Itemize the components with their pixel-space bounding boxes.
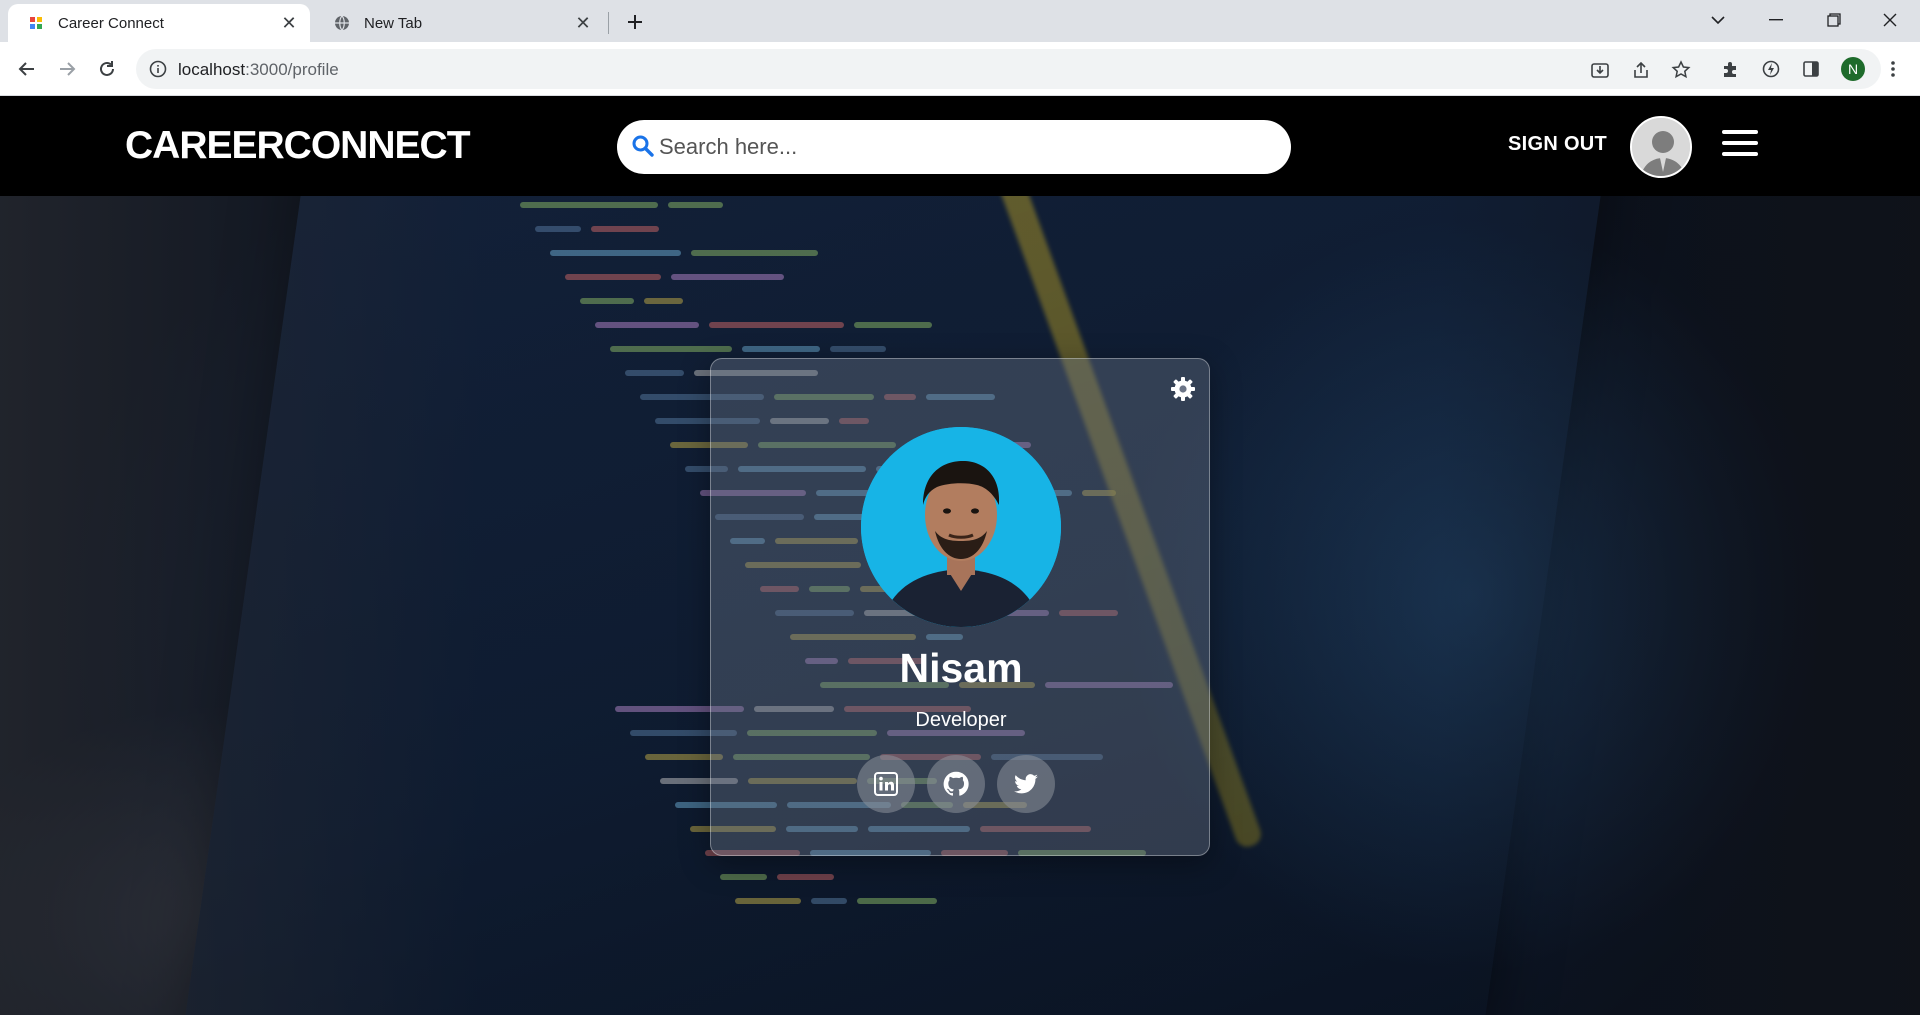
search-input[interactable]: [659, 128, 1259, 166]
reload-icon: [100, 61, 114, 76]
arrow-left-icon: [18, 62, 34, 76]
profile-initial: N: [1841, 57, 1865, 81]
plus-icon: [628, 15, 642, 29]
share-icon[interactable]: [1630, 59, 1652, 81]
minimize-icon: [1769, 19, 1783, 21]
twitter-button[interactable]: [997, 755, 1055, 813]
github-button[interactable]: [927, 755, 985, 813]
new-tab-button[interactable]: [620, 7, 650, 37]
hamburger-bar: [1722, 141, 1758, 145]
side-panel-icon[interactable]: [1796, 54, 1826, 84]
tab-career-connect[interactable]: Career Connect ✕: [8, 4, 310, 42]
site-info-icon[interactable]: [148, 59, 168, 79]
sign-out-button[interactable]: SIGN OUT: [1508, 133, 1607, 156]
page-content: CAREERCONNECT SIGN OUT: [0, 96, 1920, 1015]
linkedin-icon: [874, 772, 898, 796]
brand-logo[interactable]: CAREERCONNECT: [125, 124, 471, 168]
restore-icon: [1827, 13, 1841, 27]
user-silhouette-icon: [1632, 118, 1690, 176]
url-text[interactable]: localhost:3000/profile: [178, 60, 339, 80]
tab-title: New Tab: [364, 14, 423, 32]
tab-new-tab[interactable]: New Tab ✕: [314, 4, 604, 42]
browser-address-bar: localhost:3000/profile N: [0, 42, 1920, 96]
profile-button[interactable]: N: [1838, 54, 1868, 84]
minimize-button[interactable]: [1748, 0, 1804, 40]
bookmark-star-icon[interactable]: [1670, 59, 1692, 81]
install-app-icon[interactable]: [1589, 59, 1611, 81]
close-icon: [1883, 13, 1897, 27]
gear-icon[interactable]: [1169, 375, 1197, 403]
career-connect-favicon: [28, 15, 44, 31]
close-window-button[interactable]: [1862, 0, 1918, 40]
search-bar[interactable]: [617, 120, 1291, 174]
performance-icon[interactable]: [1756, 54, 1786, 84]
globe-icon: [334, 15, 350, 31]
extensions-icon[interactable]: [1716, 54, 1746, 84]
user-avatar[interactable]: [1630, 116, 1692, 178]
close-tab-icon[interactable]: ✕: [570, 10, 596, 36]
close-tab-icon[interactable]: ✕: [276, 10, 302, 36]
back-button[interactable]: [12, 54, 42, 84]
tab-search-button[interactable]: [1690, 0, 1746, 40]
browser-menu-icon[interactable]: [1878, 54, 1908, 84]
profile-role: Developer: [915, 709, 1007, 731]
url-path: :3000/profile: [245, 60, 339, 79]
profile-card: Nisam Developer: [710, 358, 1210, 856]
hamburger-bar: [1722, 130, 1758, 134]
hamburger-bar: [1722, 152, 1758, 156]
arrow-right-icon: [60, 62, 76, 76]
restore-button[interactable]: [1806, 0, 1862, 40]
omnibox[interactable]: localhost:3000/profile: [136, 49, 1881, 89]
hamburger-menu-icon[interactable]: [1722, 130, 1758, 160]
reload-button[interactable]: [92, 54, 122, 84]
browser-tab-bar: Career Connect ✕ New Tab ✕: [0, 0, 1920, 42]
tab-title: Career Connect: [58, 14, 164, 32]
tab-separator: [608, 12, 609, 34]
site-header: CAREERCONNECT SIGN OUT: [0, 96, 1920, 196]
profile-name: Nisam: [899, 645, 1023, 691]
social-links: [857, 755, 1067, 813]
linkedin-button[interactable]: [857, 755, 915, 813]
github-icon: [943, 771, 969, 796]
twitter-icon: [1014, 774, 1038, 794]
profile-photo: [861, 427, 1061, 627]
search-icon: [632, 135, 654, 157]
chevron-down-icon: [1711, 16, 1725, 25]
forward-button[interactable]: [52, 54, 82, 84]
url-host: localhost: [178, 60, 246, 79]
